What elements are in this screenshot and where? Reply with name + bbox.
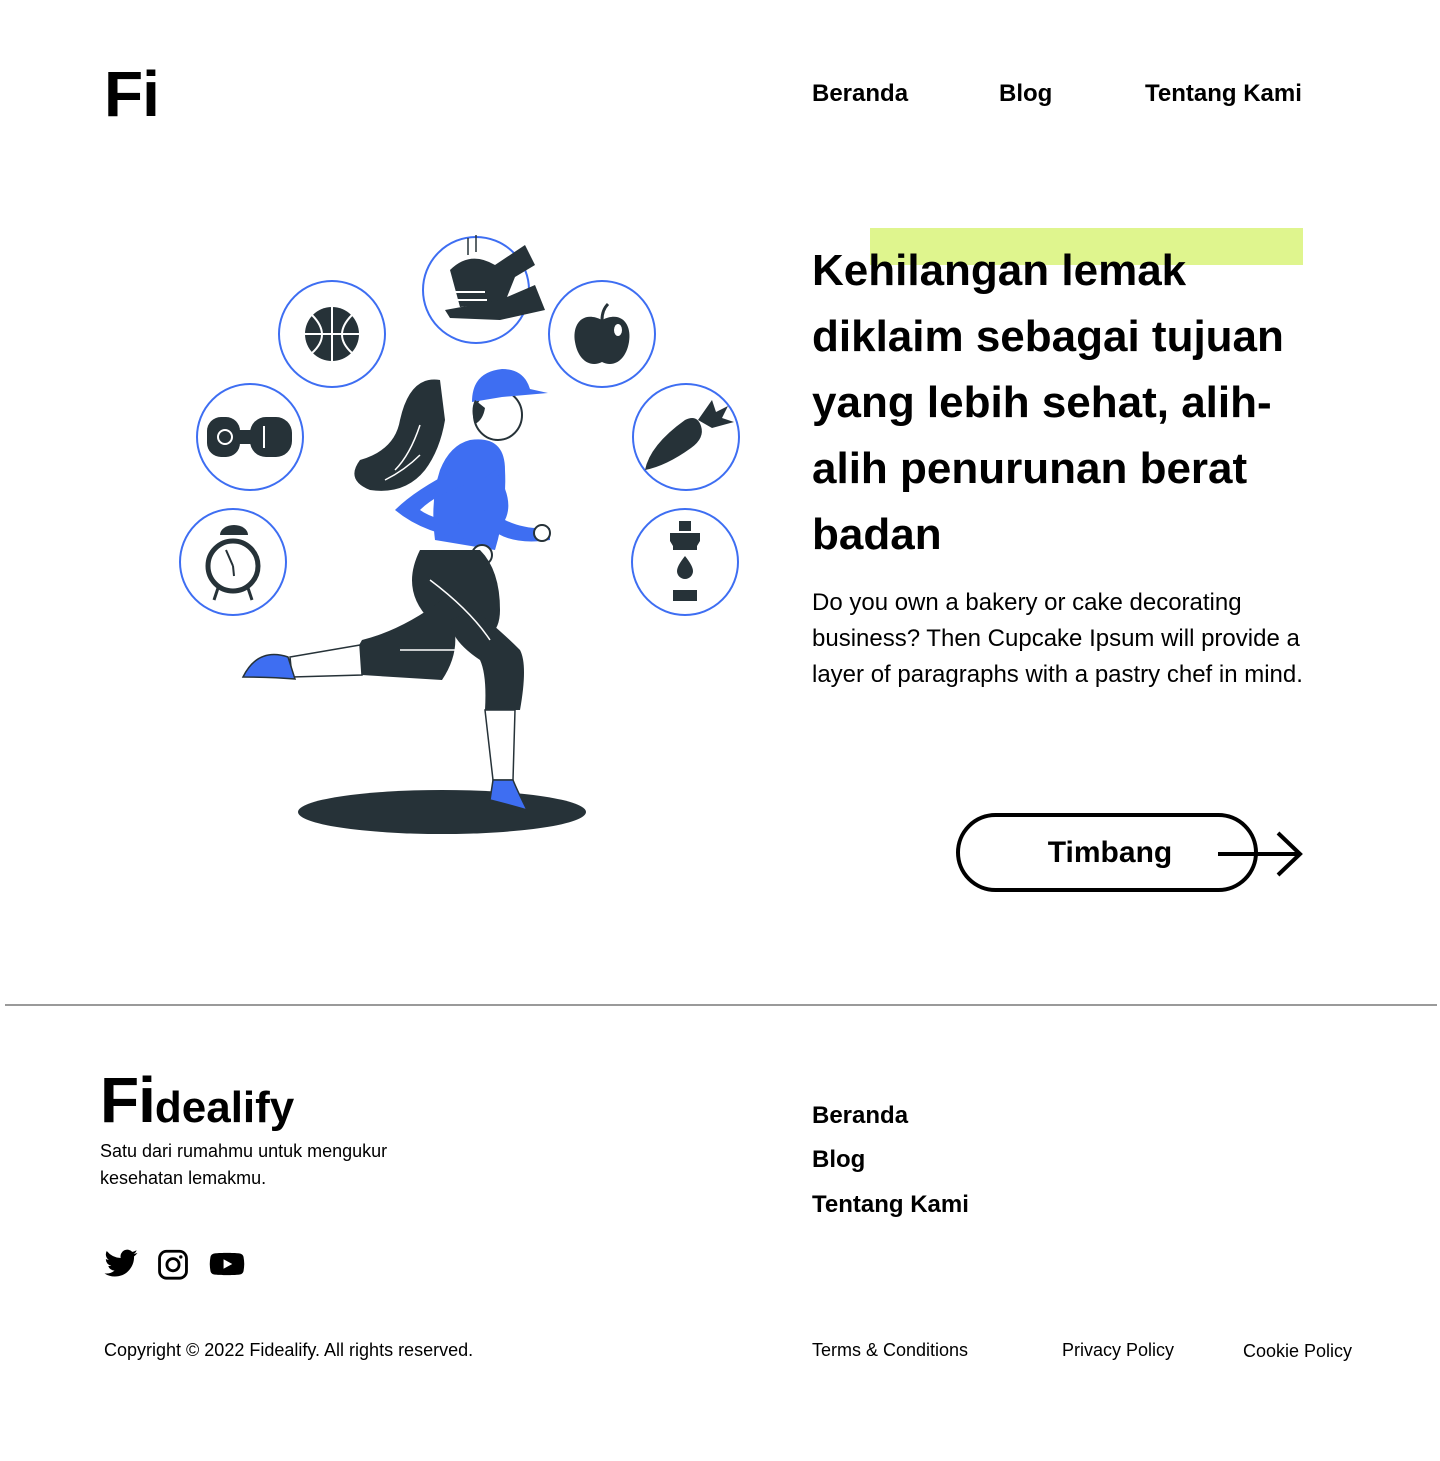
dumbbell-icon	[196, 383, 304, 491]
hero-title: Kehilangan lemak diklaim sebagai tujuan …	[812, 246, 1284, 559]
alarm-clock-icon	[179, 508, 287, 616]
nav-beranda[interactable]: Beranda	[812, 80, 908, 108]
terms-link[interactable]: Terms & Conditions	[812, 1338, 968, 1362]
footer-brand-fi: Fi	[100, 1064, 156, 1136]
runner-illustration	[179, 235, 740, 834]
footer-nav-beranda[interactable]: Beranda	[812, 1101, 908, 1131]
timbang-button[interactable]: Timbang	[956, 813, 1258, 892]
instagram-icon[interactable]	[156, 1246, 190, 1282]
footer-brand-rest: dealify	[154, 1083, 295, 1132]
hero-description: Do you own a bakery or cake decorating b…	[812, 589, 1303, 688]
ground-shadow	[298, 790, 586, 834]
footer-divider	[5, 1004, 1437, 1006]
nav-blog[interactable]: Blog	[999, 80, 1052, 108]
logo[interactable]: Fi	[104, 58, 160, 130]
basketball-icon	[278, 280, 386, 388]
cookie-policy-link[interactable]: Cookie Policy	[1243, 1339, 1352, 1363]
youtube-icon[interactable]	[209, 1246, 245, 1282]
carrot-icon	[632, 383, 740, 491]
footer-tagline: Satu dari rumahmu untuk mengukur kesehat…	[100, 1141, 388, 1188]
copyright-text: Copyright © 2022 Fidealify. All rights r…	[104, 1340, 474, 1360]
footer-nav-tentang-kami[interactable]: Tentang Kami	[812, 1190, 969, 1220]
twitter-icon[interactable]	[103, 1246, 139, 1282]
handwash-icon	[422, 235, 545, 344]
privacy-policy-link[interactable]: Privacy Policy	[1062, 1338, 1174, 1362]
arrow-right-icon[interactable]	[1216, 830, 1306, 878]
timbang-button-label: Timbang	[1047, 836, 1173, 869]
nav-tentang-kami[interactable]: Tentang Kami	[1145, 80, 1302, 108]
footer-nav-blog[interactable]: Blog	[812, 1145, 865, 1175]
apple-icon	[548, 280, 656, 388]
water-bottle-icon	[631, 508, 739, 616]
